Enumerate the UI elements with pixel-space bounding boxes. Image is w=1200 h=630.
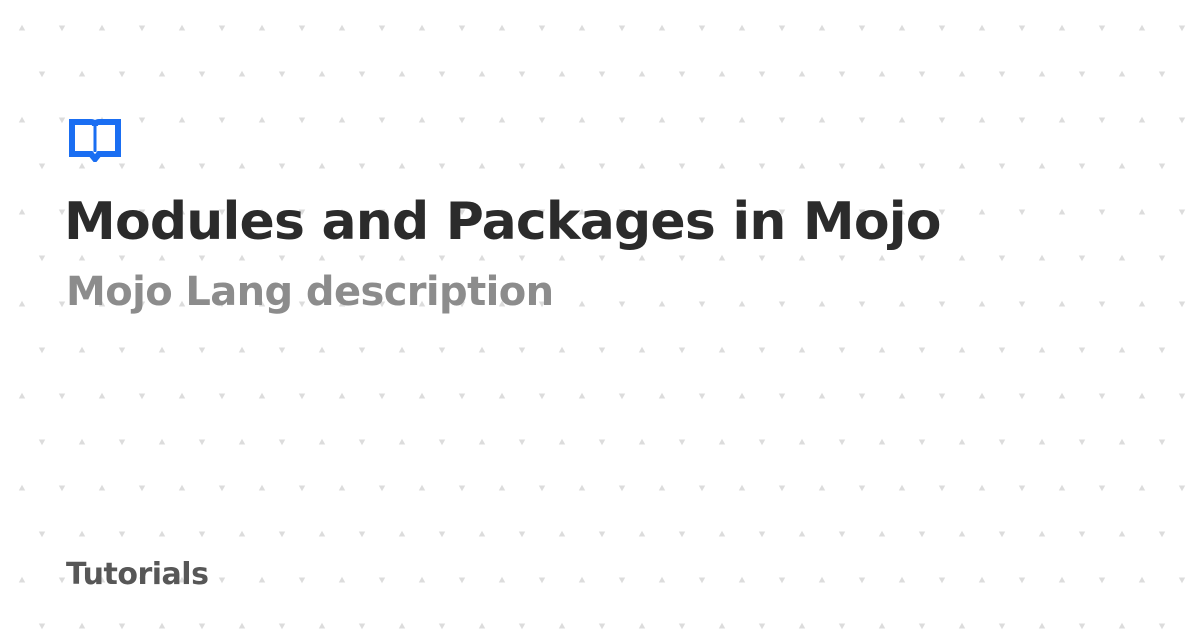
category-label: Tutorials (66, 557, 209, 592)
page-subtitle: Mojo Lang description (66, 269, 554, 315)
social-share-card: Modules and Packages in Mojo Mojo Lang d… (0, 0, 1200, 630)
page-title: Modules and Packages in Mojo (64, 192, 942, 252)
book-open-icon (69, 119, 121, 162)
